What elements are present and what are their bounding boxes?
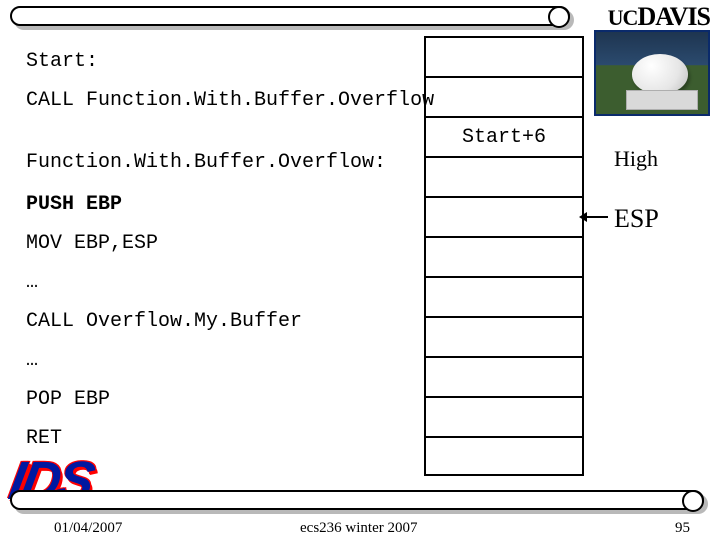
bottom-bar-knob-icon xyxy=(682,490,704,512)
stack-cell xyxy=(426,76,582,116)
footer-page: 95 xyxy=(675,520,690,537)
stack-cell xyxy=(426,276,582,316)
ucdavis-uc: UC xyxy=(608,5,638,30)
code-line-push: PUSH EBP xyxy=(26,193,122,216)
stack-cell xyxy=(426,436,582,476)
footer-date: 01/04/2007 xyxy=(54,520,122,537)
top-bar xyxy=(10,6,570,26)
code-line-start: Start: xyxy=(26,50,98,73)
code-line-ret: RET xyxy=(26,427,62,450)
footer-course: ecs236 winter 2007 xyxy=(300,520,417,537)
esp-arrow-icon xyxy=(586,216,608,218)
memory-stack: Start+6 xyxy=(424,36,584,476)
ucdavis-logo: UCDAVIS xyxy=(608,2,710,32)
stack-cell xyxy=(426,196,582,236)
stack-cell-text: Start+6 xyxy=(426,118,582,158)
stack-cell xyxy=(426,356,582,396)
code-line-mov: MOV EBP,ESP xyxy=(26,232,158,255)
egg-sculpture-icon xyxy=(632,54,688,94)
bottom-bar xyxy=(10,490,704,510)
stack-cell xyxy=(426,236,582,276)
code-line-ellipsis2: … xyxy=(26,349,38,372)
label-esp: ESP xyxy=(614,204,659,234)
stack-cell xyxy=(426,36,582,76)
campus-photo xyxy=(594,30,710,116)
code-line-pop: POP EBP xyxy=(26,388,110,411)
top-bar-knob-icon xyxy=(548,6,570,28)
stack-cell: Start+6 xyxy=(426,116,582,156)
code-line-call1: CALL Function.With.Buffer.Overflow xyxy=(26,89,434,112)
stack-cell xyxy=(426,316,582,356)
label-high: High xyxy=(614,146,658,172)
code-line-fnlabel: Function.With.Buffer.Overflow: xyxy=(26,151,386,174)
pedestal-icon xyxy=(626,90,698,110)
stack-cell xyxy=(426,396,582,436)
ucdavis-davis: DAVIS xyxy=(637,2,710,31)
code-line-ellipsis1: … xyxy=(26,271,38,294)
code-line-call2: CALL Overflow.My.Buffer xyxy=(26,310,302,333)
stack-cell xyxy=(426,156,582,196)
